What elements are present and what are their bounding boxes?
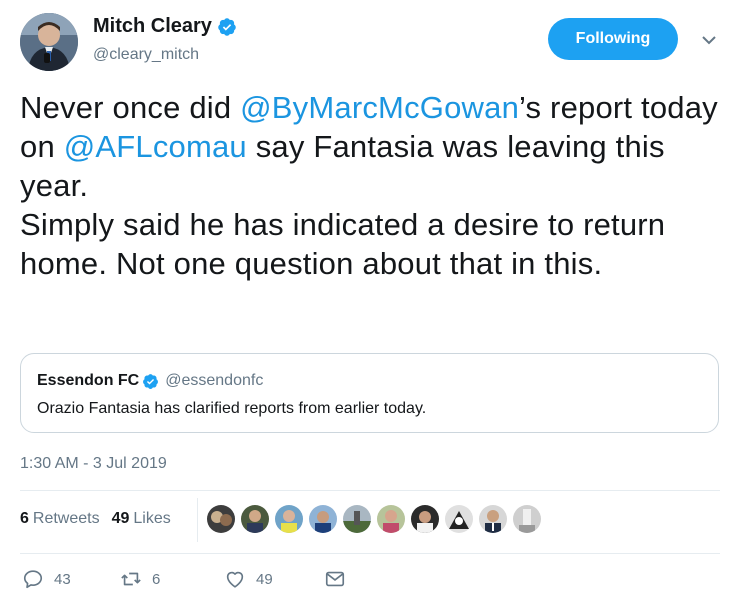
- liker-avatar[interactable]: [343, 505, 371, 533]
- like-count: 49: [256, 570, 273, 588]
- quoted-display-name: Essendon FC: [37, 372, 140, 389]
- reply-count: 43: [54, 570, 71, 588]
- tweet-text: Never once did @ByMarcMcGowan’s report t…: [20, 88, 720, 283]
- liker-avatar[interactable]: [479, 505, 507, 533]
- direct-message-button[interactable]: [324, 568, 346, 590]
- divider: [20, 490, 720, 491]
- liker-avatar[interactable]: [445, 505, 473, 533]
- chevron-down-icon[interactable]: [700, 33, 718, 47]
- mention-link[interactable]: @AFLcomau: [64, 129, 247, 164]
- envelope-icon: [325, 571, 345, 587]
- verified-badge-icon: [218, 17, 236, 36]
- mention-link[interactable]: @ByMarcMcGowan: [240, 90, 519, 125]
- likes-count: 49: [111, 510, 130, 527]
- tweet-text-segment: Never once did: [20, 90, 241, 125]
- following-button[interactable]: Following: [548, 18, 678, 60]
- likes-label: Likes: [133, 510, 171, 527]
- likers-avatars: [207, 505, 547, 533]
- liker-avatar[interactable]: [241, 505, 269, 533]
- like-button[interactable]: 49: [224, 568, 273, 590]
- retweet-button[interactable]: 6: [120, 568, 160, 590]
- retweet-count: 6: [152, 570, 161, 588]
- reply-button[interactable]: 43: [22, 568, 71, 590]
- quoted-handle: @essendonfc: [165, 372, 264, 389]
- retweets-label: Retweets: [32, 510, 100, 527]
- quoted-tweet-text: Orazio Fantasia has clarified reports fr…: [37, 400, 427, 417]
- tweet-text-segment: Simply said he has indicated a desire to…: [20, 207, 666, 281]
- engagement-stats: 6 Retweets 49 Likes: [20, 510, 171, 528]
- retweet-icon: [121, 572, 141, 586]
- liker-avatar[interactable]: [411, 505, 439, 533]
- liker-avatar[interactable]: [377, 505, 405, 533]
- divider: [20, 553, 720, 554]
- quoted-tweet-card[interactable]: Essendon FC @essendonfc Orazio Fantasia …: [20, 353, 719, 433]
- author-avatar[interactable]: [20, 13, 78, 71]
- reply-icon: [23, 570, 43, 589]
- retweets-count: 6: [20, 510, 29, 527]
- quoted-tweet-header: Essendon FC @essendonfc: [37, 372, 263, 390]
- stats-separator: [197, 498, 198, 542]
- liker-avatar[interactable]: [207, 505, 235, 533]
- liker-avatar[interactable]: [275, 505, 303, 533]
- heart-icon: [226, 571, 244, 588]
- liker-avatar[interactable]: [513, 505, 541, 533]
- verified-badge-icon: [143, 373, 159, 389]
- liker-avatar[interactable]: [309, 505, 337, 533]
- author-name-row[interactable]: Mitch Cleary: [93, 15, 237, 38]
- retweets-stat[interactable]: 6 Retweets: [20, 510, 100, 528]
- author-handle[interactable]: @cleary_mitch: [93, 46, 199, 64]
- likes-stat[interactable]: 49 Likes: [112, 510, 171, 528]
- author-display-name[interactable]: Mitch Cleary: [93, 15, 212, 38]
- tweet-timestamp[interactable]: 1:30 AM - 3 Jul 2019: [20, 455, 167, 473]
